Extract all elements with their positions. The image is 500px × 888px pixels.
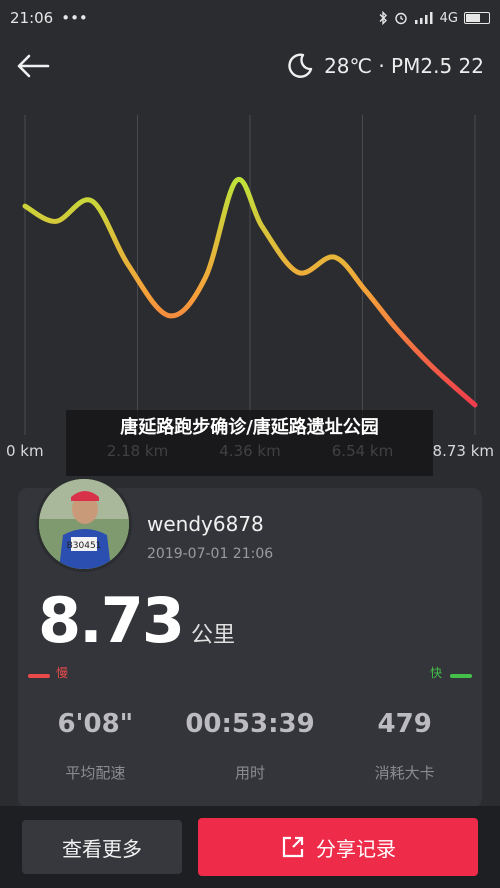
distance-value: 8.73: [38, 584, 185, 657]
status-dots: •••: [61, 9, 88, 27]
moon-icon: [288, 53, 313, 78]
x-tick-label: 0 km: [6, 442, 44, 460]
status-time: 21:06: [10, 9, 54, 27]
weather-info: 28℃ · PM2.5 22: [286, 52, 484, 80]
status-bar: 21:06 ••• 4G: [0, 0, 500, 36]
stat-value: 479: [377, 709, 432, 739]
x-tick-label: 8.73 km: [433, 442, 494, 460]
bluetooth-icon: [379, 11, 387, 25]
alarm-icon: [394, 12, 407, 25]
stat-avg-pace: 6'08" 平均配速: [18, 704, 173, 783]
stat-calories: 479 消耗大卡: [327, 704, 482, 783]
avatar-photo: B30451: [39, 479, 129, 569]
stat-duration: 00:53:39 用时: [173, 704, 328, 783]
back-button[interactable]: [16, 46, 56, 86]
fast-label: 快: [430, 666, 443, 680]
slow-label: 慢: [56, 666, 69, 680]
network-label: 4G: [439, 10, 458, 26]
view-more-button[interactable]: 查看更多: [22, 820, 182, 874]
avatar[interactable]: B30451: [36, 476, 132, 572]
weather-text: 28℃ · PM2.5 22: [324, 54, 484, 78]
stat-value: 6'08": [57, 709, 134, 739]
stat-label: 平均配速: [65, 764, 126, 782]
share-record-button[interactable]: 分享记录: [198, 818, 478, 876]
share-icon: [282, 836, 304, 858]
svg-text:B30451: B30451: [67, 541, 102, 551]
distance-unit: 公里: [190, 623, 235, 648]
stat-value: 00:53:39: [185, 709, 315, 739]
username: wendy6878: [147, 512, 264, 536]
stat-label: 消耗大卡: [374, 764, 435, 782]
run-datetime: 2019-07-01 21:06: [147, 546, 274, 562]
distance-display: 8.73 公里: [38, 584, 235, 657]
signal-icon: [414, 12, 433, 24]
arrow-left-icon: [17, 54, 50, 78]
status-left: 21:06 •••: [10, 9, 88, 27]
battery-icon: [464, 12, 490, 24]
status-right: 4G: [378, 11, 490, 26]
topbar: 28℃ · PM2.5 22: [0, 40, 500, 92]
pace-legend: 慢 快: [28, 664, 474, 688]
stat-label: 用时: [235, 764, 266, 782]
share-label: 分享记录: [316, 836, 396, 861]
overlay-title: 唐延路跑步确诊/唐延路遗址公园: [66, 410, 433, 476]
pace-legend-bar: [28, 674, 472, 678]
stats-row: 6'08" 平均配速 00:53:39 用时 479 消耗大卡: [18, 704, 482, 783]
view-more-label: 查看更多: [62, 836, 142, 861]
